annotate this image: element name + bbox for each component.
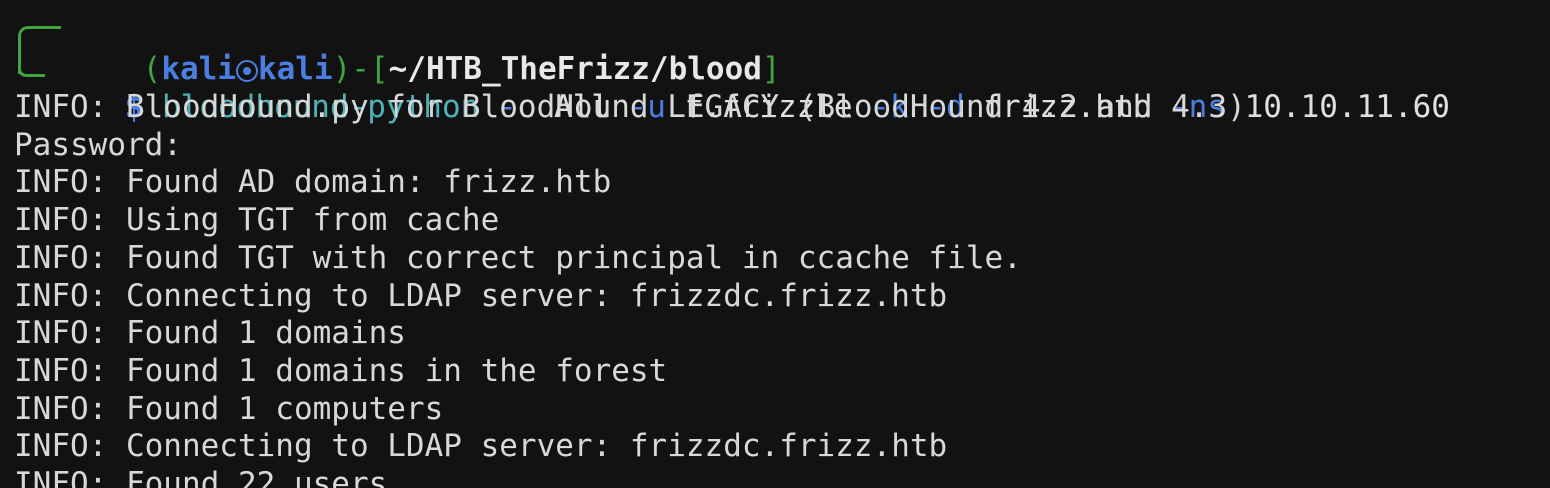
output-line: INFO: Found AD domain: frizz.htb [14,164,612,201]
output-line: INFO: Found 1 domains [14,315,406,352]
command-line[interactable]: $ bloodhound-python -c All -u f.frizzle … [50,50,1450,125]
output-line: INFO: BloodHound.py for BloodHound LEGAC… [14,89,1246,125]
output-line: INFO: Connecting to LDAP server: frizzdc… [14,428,948,465]
output-line: INFO: Using TGT from cache [14,202,500,239]
prompt-line: (kali kali)-[~/HTB_TheFrizz/blood] [68,12,781,87]
output-line: INFO: Found 22 users [14,466,388,488]
output-line: INFO: Found 1 domains in the forest [14,352,668,389]
terminal-window[interactable]: (kali kali)-[~/HTB_TheFrizz/blood] $ bloo… [0,0,1550,488]
prompt-corner-bottom [18,56,45,77]
output-line: INFO: Found TGT with correct principal i… [14,239,1022,276]
output-line: INFO: Found 1 computers [14,390,444,427]
output-line: INFO: Connecting to LDAP server: frizzdc… [14,277,948,314]
command-arg: 10.10.11.60 [1244,89,1450,125]
output-line: Password: [14,126,182,163]
